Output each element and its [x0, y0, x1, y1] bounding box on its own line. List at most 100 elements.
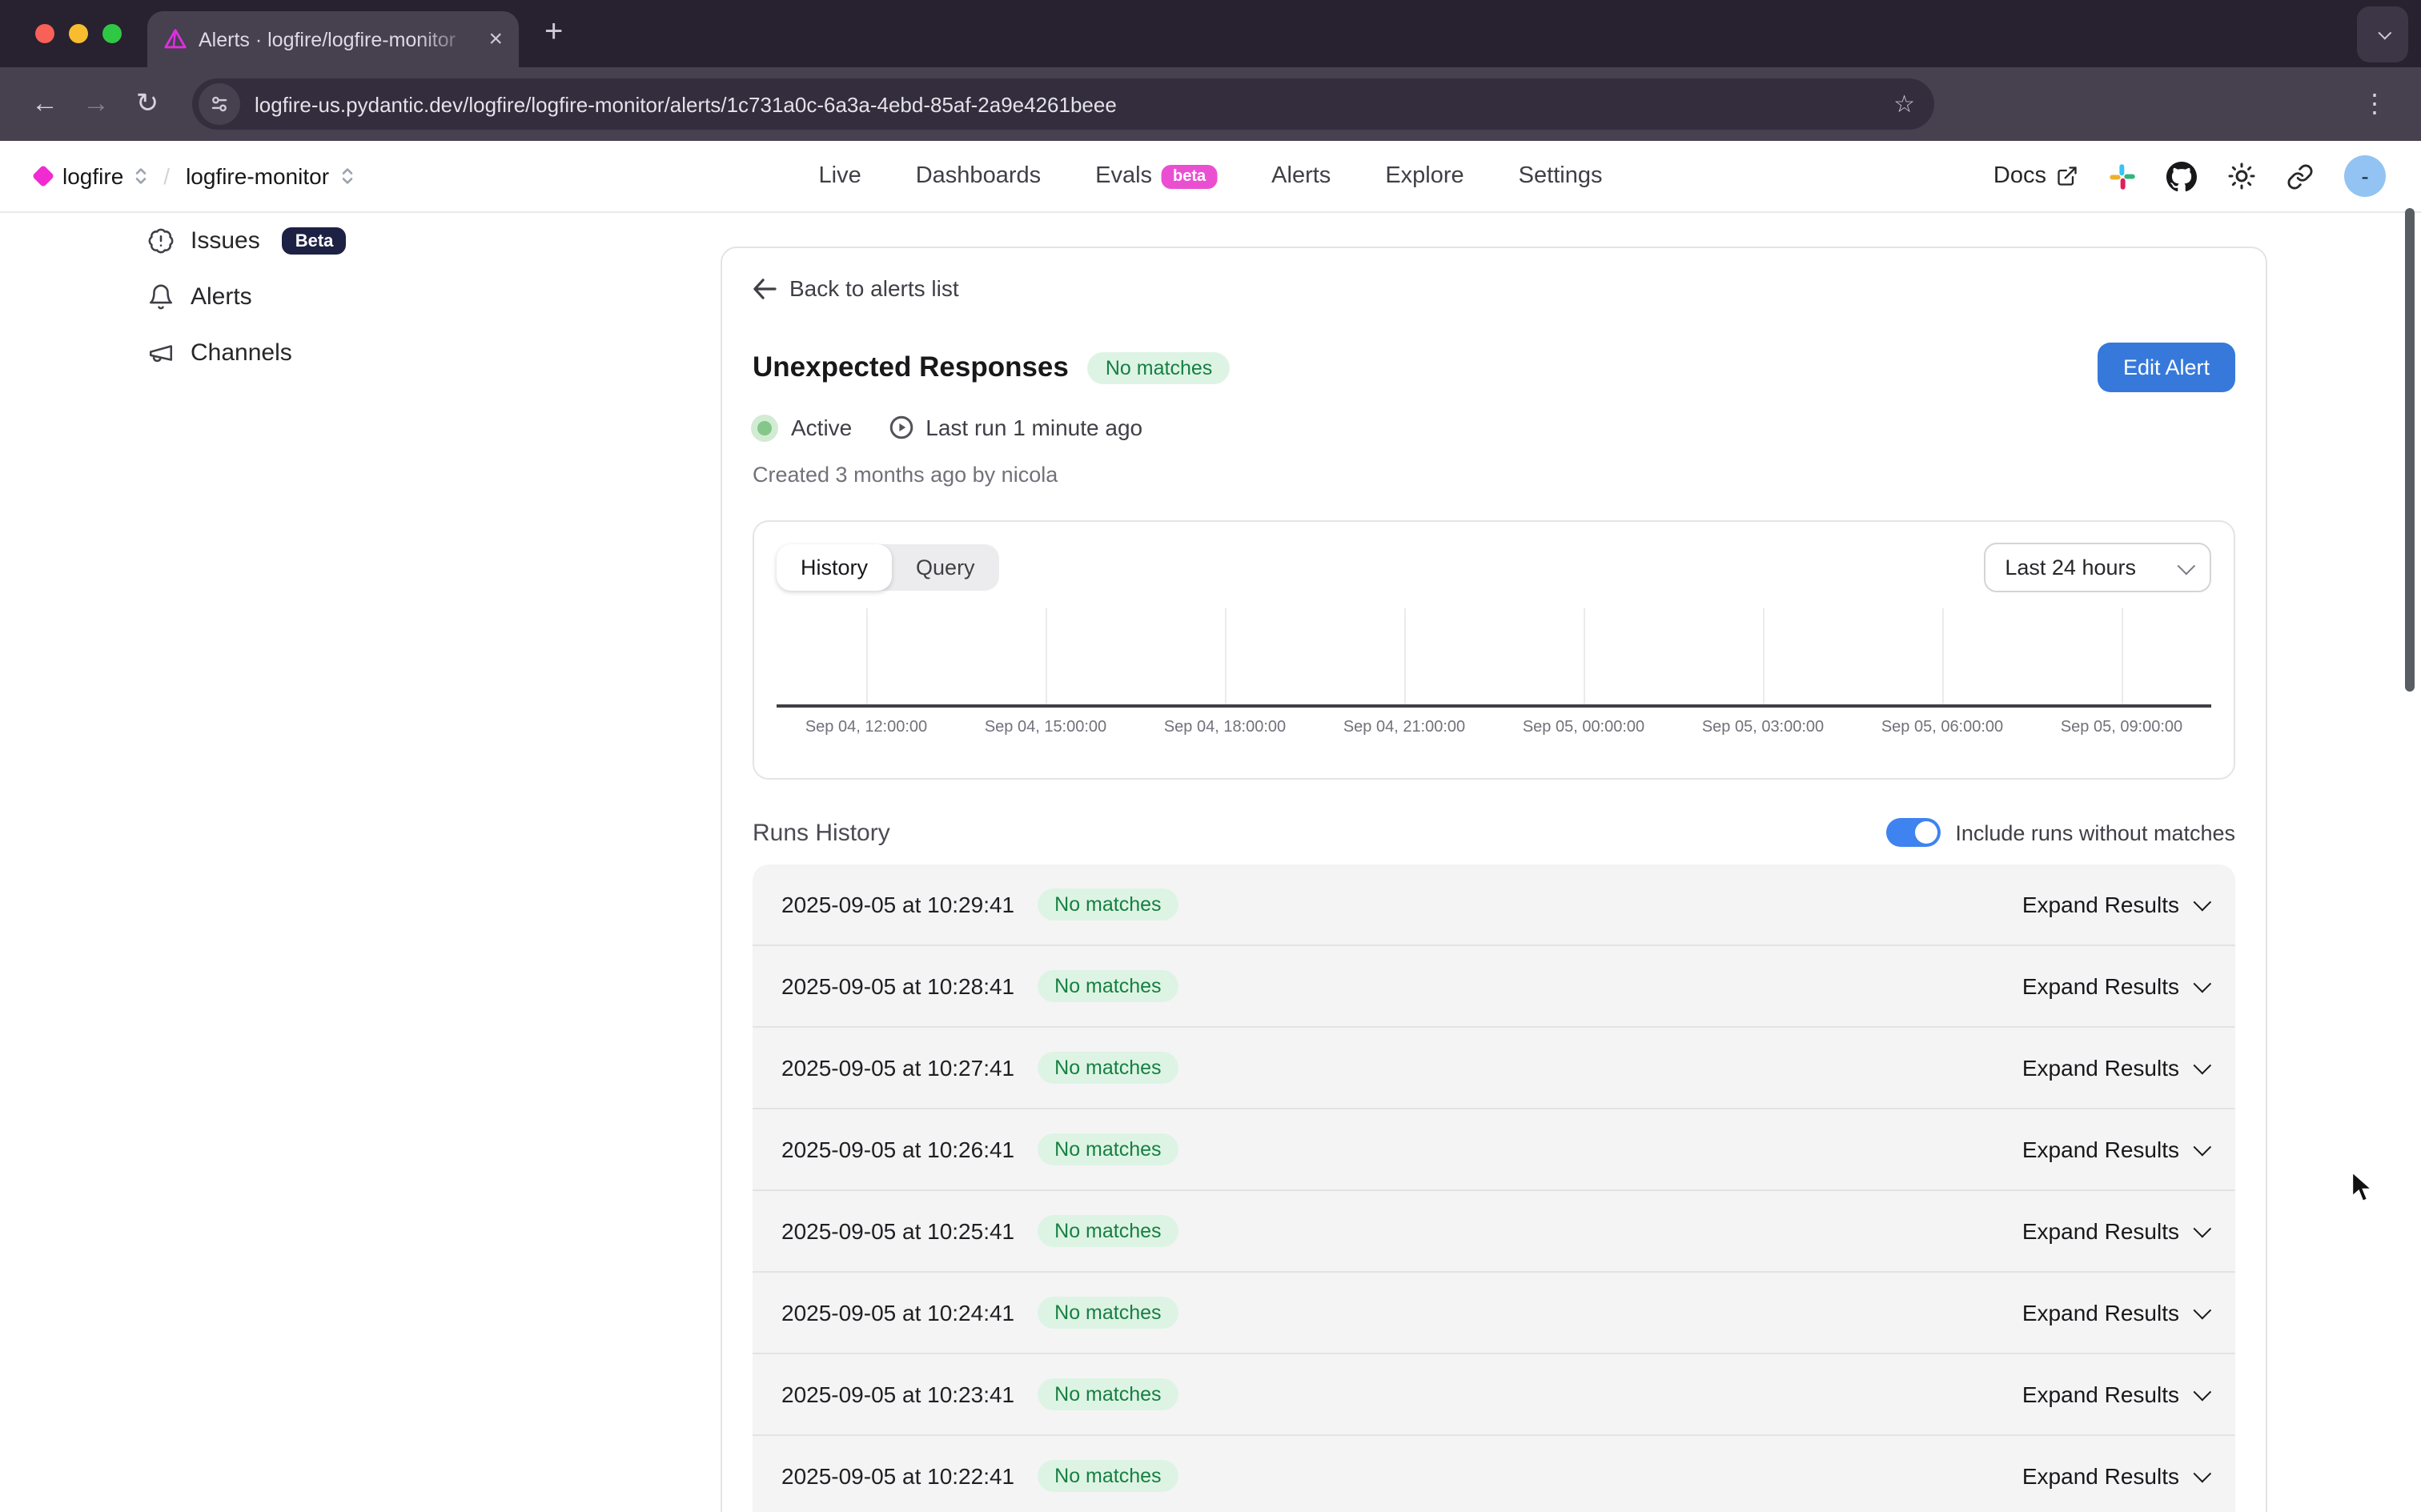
back-button[interactable]: ←: [22, 88, 67, 120]
run-row[interactable]: 2025-09-05 at 10:26:41 No matches Expand…: [753, 1109, 2235, 1191]
forward-button[interactable]: →: [74, 88, 118, 120]
x-axis-tick-label: Sep 04, 15:00:00: [956, 719, 1135, 736]
run-row[interactable]: 2025-09-05 at 10:25:41 No matches Expand…: [753, 1191, 2235, 1273]
close-window-button[interactable]: [35, 24, 54, 43]
run-timestamp: 2025-09-05 at 10:24:41: [781, 1300, 1014, 1326]
run-row[interactable]: 2025-09-05 at 10:29:41 No matches Expand…: [753, 864, 2235, 946]
nav-item-live[interactable]: Live: [819, 163, 861, 189]
active-status-dot: [757, 420, 772, 435]
include-runs-toggle[interactable]: [1886, 818, 1941, 847]
edit-alert-button[interactable]: Edit Alert: [2098, 343, 2235, 392]
chevron-down-icon: [2194, 1301, 2212, 1320]
run-timestamp: 2025-09-05 at 10:28:41: [781, 973, 1014, 999]
browser-tab[interactable]: Alerts · logfire/logfire-monitor ×: [147, 11, 519, 67]
chevron-down-icon: [2178, 556, 2196, 575]
page-scrollbar[interactable]: [2404, 208, 2415, 692]
header-actions: Docs: [1993, 155, 2386, 197]
sidebar: Issues Beta Alerts Channels: [0, 213, 480, 381]
tab-query[interactable]: Query: [892, 544, 999, 591]
chevron-down-icon: [2194, 1138, 2212, 1157]
chart-gridline-cell: [2032, 608, 2211, 704]
window-controls[interactable]: [35, 24, 122, 43]
expand-results-button[interactable]: Expand Results: [2022, 1300, 2206, 1326]
nav-item-alerts[interactable]: Alerts: [1271, 163, 1331, 189]
active-status-label: Active: [791, 415, 852, 440]
new-tab-button[interactable]: +: [544, 14, 563, 51]
run-row[interactable]: 2025-09-05 at 10:28:41 No matches Expand…: [753, 946, 2235, 1028]
sidebar-item-channels[interactable]: Channels: [0, 325, 480, 381]
expand-results-button[interactable]: Expand Results: [2022, 1463, 2206, 1489]
chart-gridline-cell: [1853, 608, 2032, 704]
expand-results-button[interactable]: Expand Results: [2022, 1137, 2206, 1162]
x-axis-tick-label: Sep 04, 21:00:00: [1315, 719, 1494, 736]
expand-results-button[interactable]: Expand Results: [2022, 1055, 2206, 1081]
sidebar-item-alerts[interactable]: Alerts: [0, 269, 480, 325]
x-axis-tick-label: Sep 05, 09:00:00: [2032, 719, 2211, 736]
github-icon[interactable]: [2166, 161, 2197, 191]
close-tab-icon[interactable]: ×: [488, 27, 503, 51]
external-link-icon: [2056, 165, 2078, 187]
run-match-badge: No matches: [1037, 1460, 1178, 1492]
zoom-window-button[interactable]: [102, 24, 122, 43]
logfire-favicon-icon: [163, 27, 187, 51]
reload-button[interactable]: ↻: [125, 88, 170, 120]
url-text[interactable]: logfire-us.pydantic.dev/logfire/logfire-…: [255, 92, 1879, 116]
org-switcher[interactable]: logfire: [62, 163, 123, 189]
nav-item-settings[interactable]: Settings: [1519, 163, 1603, 189]
nav-item-dashboards[interactable]: Dashboards: [916, 163, 1041, 189]
back-to-alerts-link[interactable]: Back to alerts list: [753, 275, 2235, 301]
site-settings-icon[interactable]: [199, 83, 240, 125]
user-avatar[interactable]: -: [2344, 155, 2386, 197]
run-row[interactable]: 2025-09-05 at 10:23:41 No matches Expand…: [753, 1354, 2235, 1436]
docs-link[interactable]: Docs: [1993, 163, 2078, 189]
run-timestamp: 2025-09-05 at 10:29:41: [781, 892, 1014, 917]
project-switcher[interactable]: logfire-monitor: [186, 163, 329, 189]
chart-gridline-cell: [1135, 608, 1315, 704]
run-match-badge: No matches: [1037, 1378, 1178, 1410]
match-status-badge: No matches: [1088, 351, 1230, 383]
run-row[interactable]: 2025-09-05 at 10:27:41 No matches Expand…: [753, 1028, 2235, 1109]
page-title: Unexpected Responses: [753, 351, 1069, 384]
run-row[interactable]: 2025-09-05 at 10:22:41 No matches Expand…: [753, 1436, 2235, 1512]
run-row[interactable]: 2025-09-05 at 10:24:41 No matches Expand…: [753, 1273, 2235, 1354]
tab-search-button[interactable]: [2357, 6, 2408, 62]
chevron-down-icon: [2194, 1465, 2212, 1483]
toggle-label: Include runs without matches: [1955, 820, 2235, 844]
chevron-down-icon: [2194, 893, 2212, 912]
time-range-select[interactable]: Last 24 hours: [1984, 543, 2211, 592]
x-axis-tick-label: Sep 04, 18:00:00: [1135, 719, 1315, 736]
project-sort-chevrons-icon[interactable]: [340, 166, 353, 186]
sidebar-item-label: Channels: [191, 339, 292, 367]
bookmark-star-icon[interactable]: ☆: [1893, 90, 1915, 118]
slack-icon[interactable]: [2109, 162, 2136, 190]
expand-results-button[interactable]: Expand Results: [2022, 892, 2206, 917]
history-query-tabs: History Query: [777, 544, 999, 591]
expand-results-button[interactable]: Expand Results: [2022, 1218, 2206, 1244]
run-timestamp: 2025-09-05 at 10:22:41: [781, 1463, 1014, 1489]
browser-tab-strip: Alerts · logfire/logfire-monitor × +: [0, 0, 2421, 67]
last-run-info: Last run 1 minute ago: [889, 415, 1142, 440]
run-match-badge: No matches: [1037, 888, 1178, 920]
minimize-window-button[interactable]: [69, 24, 88, 43]
nav-item-evals[interactable]: Evalsbeta: [1095, 163, 1217, 189]
org-sort-chevrons-icon[interactable]: [134, 166, 147, 186]
sidebar-item-issues[interactable]: Issues Beta: [0, 213, 480, 269]
play-circle-icon: [889, 415, 914, 440]
chevron-down-icon: [2194, 975, 2212, 993]
expand-results-button[interactable]: Expand Results: [2022, 1382, 2206, 1407]
x-axis-tick-label: Sep 05, 06:00:00: [1853, 719, 2032, 736]
mouse-cursor: [2351, 1170, 2378, 1205]
chart-x-axis-labels: Sep 04, 12:00:00Sep 04, 15:00:00Sep 04, …: [777, 719, 2211, 736]
chevron-down-icon: [2378, 26, 2391, 39]
alert-detail-card: Back to alerts list Unexpected Responses…: [721, 247, 2267, 1512]
theme-sun-icon[interactable]: [2227, 162, 2256, 191]
expand-results-button[interactable]: Expand Results: [2022, 973, 2206, 999]
logfire-logo-icon: [32, 165, 54, 187]
arrow-left-icon: [753, 278, 777, 299]
share-link-icon[interactable]: [2286, 162, 2314, 190]
nav-item-explore[interactable]: Explore: [1385, 163, 1463, 189]
run-match-badge: No matches: [1037, 970, 1178, 1002]
browser-menu-button[interactable]: ⋮: [2352, 88, 2399, 120]
address-bar[interactable]: logfire-us.pydantic.dev/logfire/logfire-…: [192, 78, 1934, 130]
tab-history[interactable]: History: [777, 544, 892, 591]
